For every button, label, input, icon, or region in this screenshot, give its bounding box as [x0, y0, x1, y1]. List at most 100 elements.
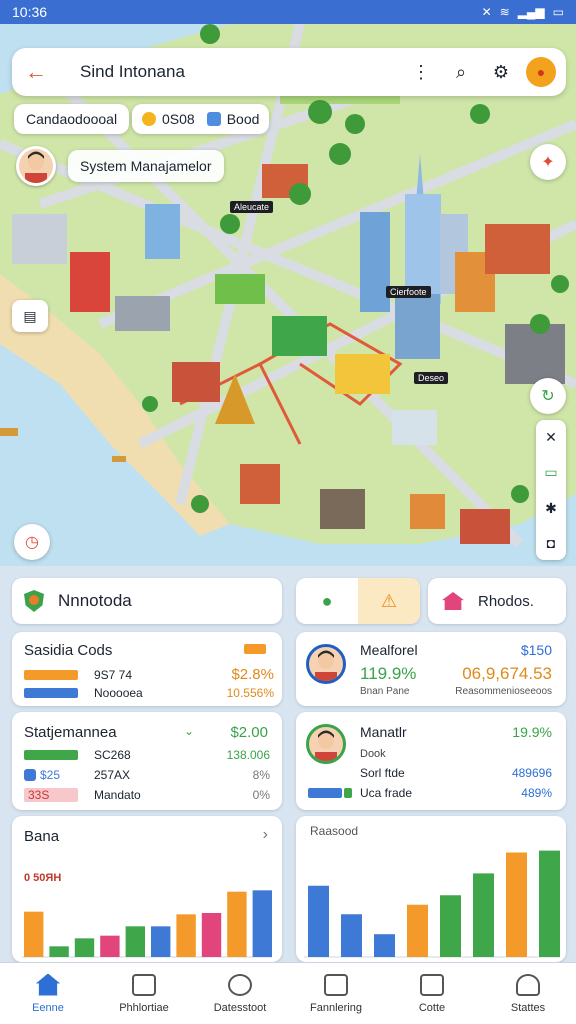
statement-card[interactable]: Statjemannea ⌄ $2.00 SC268 138.006 $25 2… — [12, 712, 282, 810]
location-pin-icon[interactable]: ● — [526, 57, 556, 87]
chart-bar[interactable] — [308, 885, 329, 957]
nav-message[interactable]: Cotte — [384, 963, 480, 1024]
chart-bar[interactable] — [176, 914, 196, 957]
timer-icon[interactable]: ◷ — [14, 524, 50, 560]
profile-sub: Reasommenioseeoos — [455, 686, 552, 697]
category-chip[interactable]: Candaodoooal — [14, 104, 130, 134]
sales-row-label: Nooooea — [94, 686, 143, 700]
person-icon — [315, 650, 337, 681]
chart-bar[interactable] — [407, 904, 428, 957]
avatar — [306, 644, 346, 684]
nav-user[interactable]: Stattes — [480, 963, 576, 1024]
chart-bar[interactable] — [539, 850, 560, 957]
view-toggle[interactable]: ● ⚠ — [296, 578, 420, 624]
pin-tool-icon[interactable]: ✱ — [545, 500, 557, 517]
chart-bar[interactable] — [473, 873, 494, 957]
bottom-navigation: Eenne Phhlortiae Datesstoot Fannlering C… — [0, 962, 576, 1024]
profile-name: Manatlr — [360, 724, 407, 740]
profile-value: 489696 — [511, 766, 552, 780]
chart-bar[interactable] — [125, 926, 145, 957]
statement-row: 33S Mandato 0% — [24, 788, 270, 802]
profile-card[interactable]: Mealforel $150 119.9% 06,9,674.53 Bnan P… — [296, 632, 566, 706]
chart-bar[interactable] — [440, 895, 461, 957]
nav-document[interactable]: Fannlering — [288, 963, 384, 1024]
photos-label: Rhodos. — [478, 592, 534, 610]
chart-bar[interactable] — [24, 911, 44, 957]
chat-icon — [132, 973, 156, 996]
search-icon[interactable]: ⌕ — [444, 55, 478, 89]
coin-icon — [142, 112, 156, 126]
raasood-bar-chart — [304, 850, 560, 958]
chart-bar[interactable] — [201, 913, 222, 957]
more-icon[interactable]: ⋮ — [404, 55, 438, 89]
sales-card[interactable]: Sasidia Cods 9S7 74 $2.8% Nooooea 10.556… — [12, 632, 282, 706]
warning-icon[interactable]: ⚠ — [358, 578, 420, 624]
sales-row-value: 10.556% — [226, 686, 274, 700]
map-label: Deseo — [414, 372, 449, 384]
chevron-right-icon[interactable]: › — [263, 826, 268, 844]
chart-title: Raasood — [310, 824, 359, 838]
profile-stat: 119.9% — [360, 664, 417, 683]
chart-bar[interactable] — [100, 935, 120, 957]
sales-title: Sasidia Cods — [24, 642, 113, 659]
profile-amount: $150 — [520, 642, 552, 658]
statement-row-label: 257AX — [94, 768, 131, 782]
nav-home[interactable]: Eenne — [0, 963, 96, 1024]
statement-value: $2.00 — [230, 724, 268, 741]
nav-label: Eenne — [32, 1001, 64, 1014]
camera-icon[interactable]: ◘ — [547, 535, 555, 551]
photos-card[interactable]: Rhodos. — [428, 578, 566, 624]
nav-label: Phhlortiae — [119, 1001, 169, 1014]
message-icon — [420, 973, 444, 996]
statement-row-label: Mandato — [94, 788, 141, 802]
person-icon — [25, 151, 47, 183]
search-bar[interactable]: ← Sind Intonana ⋮ ⌕ ⚙ ● — [12, 48, 566, 96]
filter-chip[interactable]: 0S08 Bood — [132, 104, 270, 134]
chart-bar[interactable] — [374, 934, 395, 957]
sales-row: Nooooea 10.556% — [24, 686, 274, 700]
chart-bar[interactable] — [506, 852, 527, 958]
count-label: 0S08 — [162, 111, 195, 127]
chart-bar[interactable] — [252, 890, 272, 957]
raasood-chart-card[interactable]: Raasood — [296, 816, 566, 962]
statement-row: SC268 138.006 — [24, 748, 270, 762]
profile-line: Uca frade — [360, 786, 413, 800]
chart-bar[interactable] — [151, 926, 171, 957]
user-role-chip[interactable]: System Manajamelor — [68, 150, 224, 182]
blue-square-icon — [206, 112, 221, 126]
chart-bar[interactable] — [49, 946, 69, 957]
compass-icon[interactable]: ✦ — [530, 144, 566, 180]
nav-globe[interactable]: Datesstoot — [192, 963, 288, 1024]
map-tool-strip: ✕ ▭ ✱ ◘ — [536, 420, 566, 560]
sales-bar — [24, 669, 78, 680]
close-icon[interactable]: ✕ — [545, 429, 557, 446]
chart-bar[interactable] — [341, 914, 362, 957]
chevron-down-icon[interactable]: ⌄ — [184, 724, 194, 738]
person-icon — [315, 730, 337, 761]
signal-icon: ▂▄▆ — [517, 5, 545, 19]
profile-bar — [344, 788, 352, 798]
user-role-label: System Manajamelor — [80, 158, 212, 174]
statement-title: Statjemannea — [24, 724, 117, 741]
home-icon — [36, 973, 60, 996]
profile-card[interactable]: Manatlr 19.9% Dook Sorl ftde 489696 Uca … — [296, 712, 566, 810]
section-title-card[interactable]: Nnnotoda — [12, 578, 282, 624]
sales-row-label: 9S7 74 — [94, 667, 133, 682]
ruler-icon[interactable]: ▭ — [544, 464, 557, 481]
back-arrow-icon[interactable]: ← — [22, 58, 50, 86]
chart-bar[interactable] — [227, 891, 247, 957]
nav-label: Fannlering — [310, 1001, 362, 1014]
chart-bar[interactable] — [74, 938, 95, 957]
settings-icon[interactable]: ⚙ — [484, 55, 518, 89]
bana-chart-card[interactable]: Bana › 0 50ЯН — [12, 816, 282, 962]
tree-icon[interactable]: ● — [296, 578, 358, 624]
nav-chat[interactable]: Phhlortiae — [96, 963, 192, 1024]
layers-icon[interactable]: ▤ — [12, 300, 48, 332]
profile-value: 489% — [521, 786, 552, 800]
statement-row-value: 8% — [252, 768, 270, 782]
refresh-icon[interactable]: ↻ — [530, 378, 566, 414]
profile-name: Mealforel — [360, 642, 418, 658]
map-label: Aleucate — [230, 201, 274, 213]
avatar[interactable] — [16, 146, 56, 186]
status-time: 10:36 — [12, 4, 48, 20]
